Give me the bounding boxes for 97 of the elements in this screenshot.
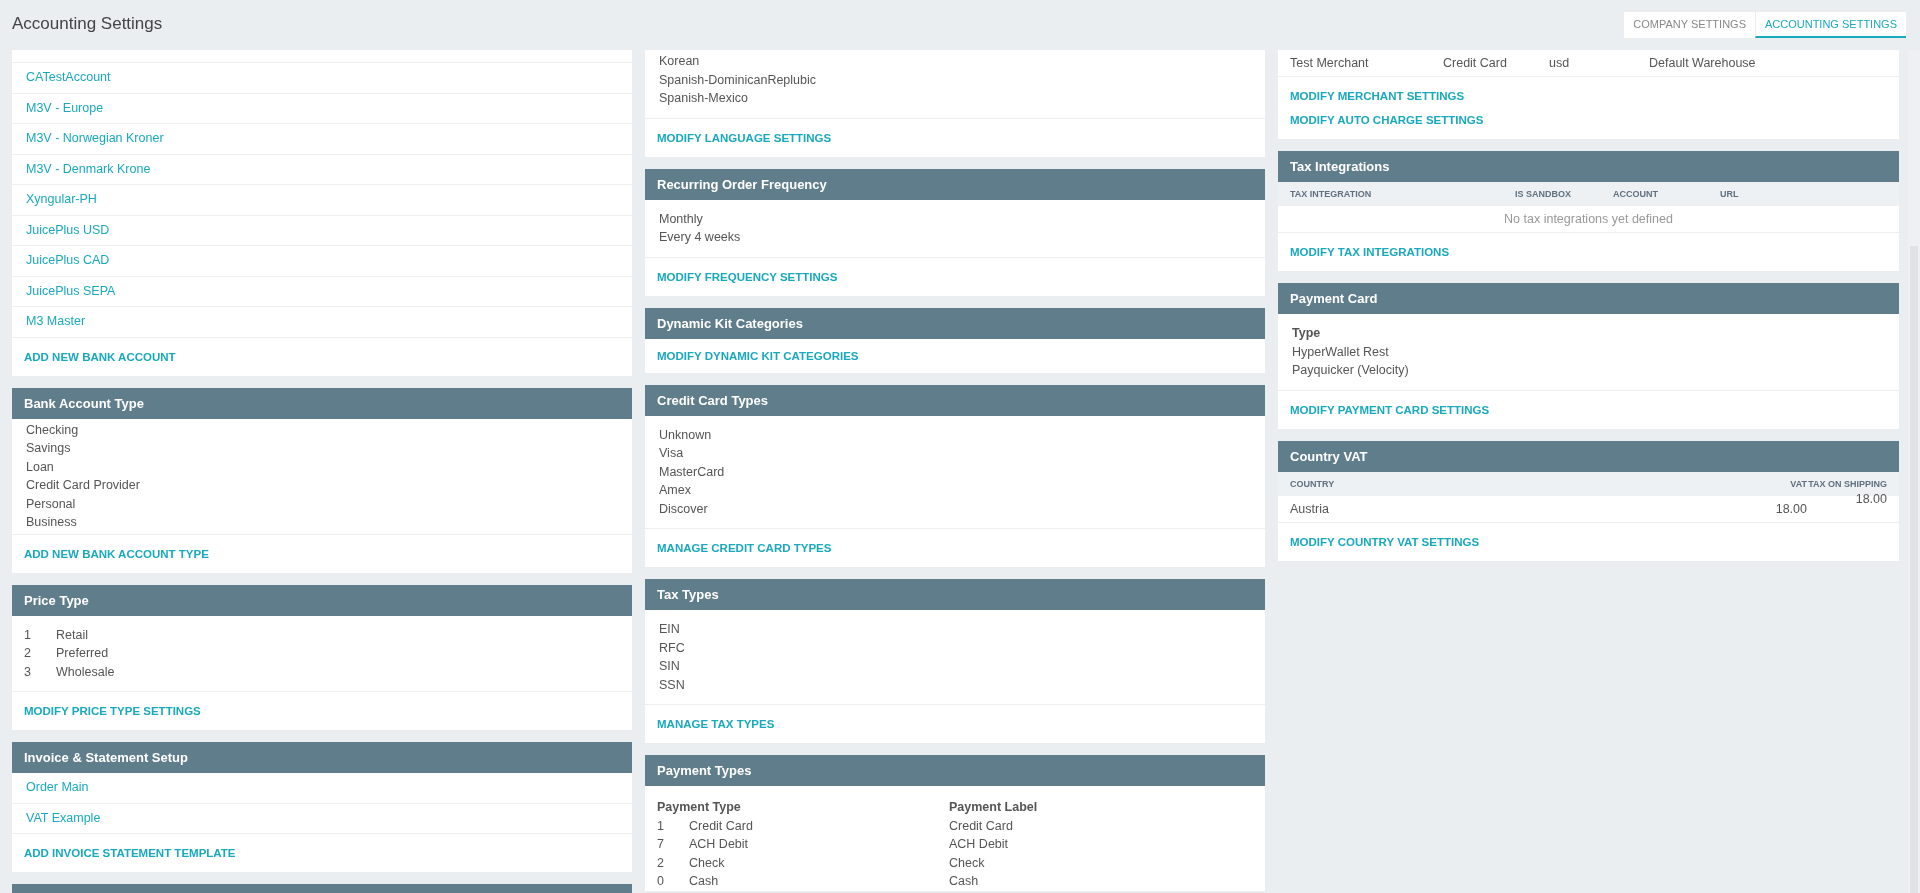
list-item: HyperWallet Rest xyxy=(1292,343,1389,361)
list-link[interactable]: VAT Example xyxy=(12,802,632,833)
settings-tab[interactable]: ACCOUNTING SETTINGS xyxy=(1755,12,1906,38)
table-cell-text: 18.00 xyxy=(1774,501,1807,516)
type-code: 2 xyxy=(24,645,32,662)
action-link[interactable]: MODIFY COUNTRY VAT SETTINGS xyxy=(1290,534,1480,549)
type-name: Retail xyxy=(56,626,88,644)
panel-title: Bank Account Type xyxy=(24,395,144,411)
action-link[interactable]: MODIFY FREQUENCY SETTINGS xyxy=(657,269,838,284)
panel-title: Tax Types xyxy=(657,587,719,602)
table-cell-text: usd xyxy=(1549,56,1571,70)
list-item: Loan xyxy=(26,458,54,476)
list-item: SIN xyxy=(659,658,680,675)
action-link[interactable]: MANAGE TAX TYPES xyxy=(657,717,775,731)
list-item: Personal xyxy=(26,495,76,513)
list-link[interactable]: CATestAccount xyxy=(12,62,632,93)
column-header: COUNTRY xyxy=(1290,478,1336,489)
type-name: Wholesale xyxy=(56,663,115,681)
type-name: Check xyxy=(689,854,725,872)
panel-title: Credit Card Types xyxy=(657,392,768,408)
table-cell-text: 18.00 xyxy=(1854,491,1887,506)
list-link[interactable]: JuicePlus USD xyxy=(12,214,632,245)
list-link[interactable]: M3 Master xyxy=(12,306,632,337)
column-header: ACCOUNT xyxy=(1613,189,1659,199)
type-label: Check xyxy=(949,854,985,872)
page-title: Accounting Settings xyxy=(12,14,163,34)
list-item: Discover xyxy=(659,500,708,518)
list-item: Payquicker (Velocity) xyxy=(1292,362,1409,379)
action-link[interactable]: MODIFY LANGUAGE SETTINGS xyxy=(657,130,832,145)
list-item: MasterCard xyxy=(659,463,725,481)
panel-title: Price Type xyxy=(24,592,89,608)
panel-title: Tax Integrations xyxy=(1290,159,1390,174)
column-header: URL xyxy=(1720,189,1740,199)
list-item: Checking xyxy=(26,421,79,439)
list-item: Savings xyxy=(26,440,71,457)
list-item: Amex xyxy=(659,482,691,499)
action-link[interactable]: MODIFY DYNAMIC KIT CATEGORIES xyxy=(657,348,859,363)
list-heading: Type xyxy=(1292,325,1321,342)
panel-title: Payment Card xyxy=(1290,291,1378,306)
list-item: Korean xyxy=(659,53,700,70)
list-item: Business xyxy=(26,514,77,531)
panel-title: Payment Types xyxy=(657,763,752,778)
list-item: Spanish-DominicanReplubic xyxy=(659,71,817,89)
table-cell-text: Test Merchant xyxy=(1290,56,1370,70)
type-code: 1 xyxy=(657,817,665,835)
list-link[interactable]: M3V - Denmark Krone xyxy=(12,153,632,184)
list-link[interactable]: M3V - Europe xyxy=(12,92,632,123)
type-code: 3 xyxy=(24,663,32,681)
action-link[interactable]: MODIFY PAYMENT CARD SETTINGS xyxy=(1290,402,1490,417)
panel-title: Invoice & Statement Setup xyxy=(24,750,188,765)
table-cell-text: Credit Card xyxy=(1443,56,1508,70)
settings-tab[interactable]: COMPANY SETTINGS xyxy=(1624,12,1755,38)
type-label: Cash xyxy=(949,873,979,890)
type-code: 7 xyxy=(657,836,665,853)
action-link[interactable]: MODIFY MERCHANT SETTINGS xyxy=(1290,89,1465,103)
action-link[interactable]: ADD NEW BANK ACCOUNT TYPE xyxy=(24,546,209,561)
type-name: Preferred xyxy=(56,645,109,662)
list-link[interactable]: JuicePlus SEPA xyxy=(12,275,632,306)
type-code: 2 xyxy=(657,854,665,872)
type-label: ACH Debit xyxy=(949,836,1009,853)
panel-title: Recurring Order Frequency xyxy=(657,176,827,192)
panel-title: Country VAT xyxy=(1290,448,1368,464)
action-link[interactable]: ADD NEW BANK ACCOUNT xyxy=(24,349,176,364)
type-code: 0 xyxy=(657,873,665,890)
column-header: TAX ON SHIPPING xyxy=(1807,478,1887,489)
action-link[interactable]: MODIFY PRICE TYPE SETTINGS xyxy=(24,704,201,718)
table-cell-text: Default Warehouse xyxy=(1649,56,1757,70)
list-link[interactable]: Xyngular-PH xyxy=(12,184,632,215)
panel-title: Dynamic Kit Categories xyxy=(657,315,803,331)
type-code: 1 xyxy=(24,626,32,644)
list-item: Spanish-Mexico xyxy=(659,90,748,107)
list-link[interactable]: JuicePlus CAD xyxy=(12,245,632,276)
list-item: Every 4 weeks xyxy=(659,229,741,246)
action-link[interactable]: ADD INVOICE STATEMENT TEMPLATE xyxy=(24,846,236,860)
action-link[interactable]: MODIFY TAX INTEGRATIONS xyxy=(1290,245,1450,259)
action-link[interactable]: MODIFY AUTO CHARGE SETTINGS xyxy=(1290,113,1484,127)
table-cell-text: Austria xyxy=(1290,501,1330,516)
list-item: RFC xyxy=(659,639,685,657)
list-link[interactable]: Order Main xyxy=(12,773,632,803)
type-name: ACH Debit xyxy=(689,836,749,853)
column-heading: Payment Type xyxy=(657,799,741,816)
column-header: VAT xyxy=(1789,478,1807,489)
type-name: Credit Card xyxy=(689,817,753,835)
action-link[interactable]: MANAGE CREDIT CARD TYPES xyxy=(657,541,832,555)
column-header: IS SANDBOX xyxy=(1515,189,1572,199)
column-heading: Payment Label xyxy=(949,799,1038,816)
list-item: Visa xyxy=(659,445,684,462)
list-item: Credit Card Provider xyxy=(26,477,140,494)
list-item: EIN xyxy=(659,621,680,638)
type-name: Cash xyxy=(689,873,719,890)
list-link[interactable]: M3V - Norwegian Kroner xyxy=(12,123,632,154)
list-item: Unknown xyxy=(659,426,712,444)
type-label: Credit Card xyxy=(949,817,1013,835)
column-header: TAX INTEGRATION xyxy=(1290,189,1373,199)
list-item: Monthly xyxy=(659,210,703,228)
list-item: SSN xyxy=(659,676,685,694)
empty-message: No tax integrations yet defined xyxy=(1504,212,1673,226)
